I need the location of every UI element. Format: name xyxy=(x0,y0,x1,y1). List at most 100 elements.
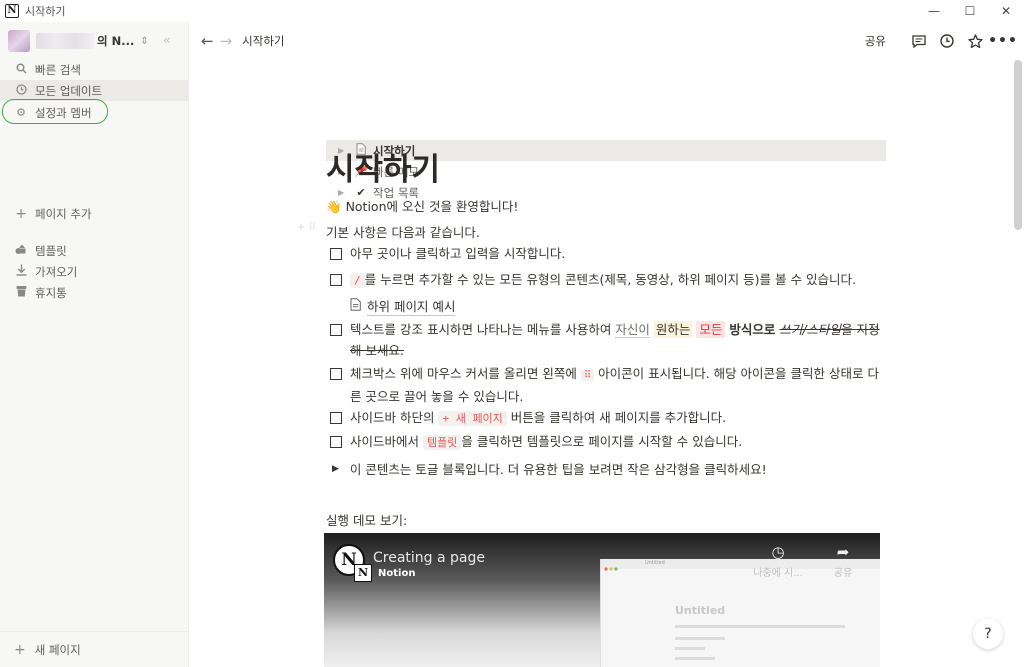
more-options-icon[interactable]: ••• xyxy=(988,32,1017,50)
video-share-button[interactable]: ➦ 공유 xyxy=(813,543,873,579)
todo-item[interactable]: 체크박스 위에 마우스 커서를 올리면 왼쪽에 ⠿ 아이콘이 표시됩니다. 해당… xyxy=(330,363,880,407)
search-icon xyxy=(14,63,28,77)
video-share-label: 공유 xyxy=(833,568,853,579)
sidebar-item-label: 휴지통 xyxy=(35,285,67,300)
sidebar-item-templates[interactable]: 템플릿 xyxy=(0,240,188,261)
page-topbar: ← → 시작하기 공유 ••• xyxy=(189,22,1024,60)
video-embed[interactable]: Untitled Untitled N N Creating a page No… xyxy=(324,533,880,667)
welcome-line[interactable]: 👋 Notion에 오신 것을 환영합니다! xyxy=(326,196,518,215)
checkbox[interactable] xyxy=(330,248,342,260)
notion-logo-icon: N xyxy=(354,564,372,582)
add-page-button[interactable]: + 페이지 추가 xyxy=(0,203,188,224)
intro-text[interactable]: 기본 사항은 다음과 같습니다. xyxy=(326,222,480,241)
sidebar-item-label: 빠른 검색 xyxy=(35,62,81,77)
sidebar-item-import[interactable]: 가져오기 xyxy=(0,261,188,282)
preview-crumb: Untitled xyxy=(645,560,665,566)
watch-later-button[interactable]: ◷ 나중에 시... xyxy=(748,543,808,579)
sidebar-item-label: 템플릿 xyxy=(35,243,67,258)
subpage-title: 하위 페이지 예시 xyxy=(367,296,456,316)
checkbox[interactable] xyxy=(330,324,342,336)
todo-text: 체크박스 위에 마우스 커서를 올리면 왼쪽에 ⠿ 아이콘이 표시됩니다. 해당… xyxy=(350,363,880,407)
back-arrow-icon[interactable]: ← xyxy=(201,32,214,50)
star-icon[interactable] xyxy=(966,32,984,50)
sidebar-item-all-updates[interactable]: 모든 업데이트 xyxy=(0,80,188,101)
document-icon xyxy=(350,297,361,315)
todo-text-part: 사이드바 하단의 xyxy=(350,410,439,425)
watch-later-label: 나중에 시... xyxy=(753,568,803,579)
todo-item[interactable]: 아무 곳이나 클릭하고 입력을 시작합니다. xyxy=(330,243,880,264)
todo-text-part: 사이드바에서 xyxy=(350,434,423,449)
title-bar: N 시작하기 — ☐ ✕ xyxy=(0,0,1024,22)
inline-code: / xyxy=(350,273,365,288)
inline-code: 템플릿 xyxy=(422,435,462,450)
sidebar-item-trash[interactable]: 휴지통 xyxy=(0,282,188,303)
drag-handle-icon: ⠿ xyxy=(580,370,595,381)
preview-title: Untitled xyxy=(675,604,726,617)
red-text: 모든 xyxy=(696,321,726,338)
checkbox[interactable] xyxy=(330,368,342,380)
new-page-button[interactable]: + 새 페이지 xyxy=(0,631,188,667)
comment-icon[interactable] xyxy=(910,32,928,50)
subpage-link[interactable]: 하위 페이지 예시 xyxy=(350,296,456,316)
history-clock-icon[interactable] xyxy=(938,32,956,50)
workspace-switcher[interactable]: 의 N... ⇕ xyxy=(8,30,183,52)
app-window: N 시작하기 — ☐ ✕ 의 N... ⇕ ‹‹ 빠른 검색 모든 업데이트 ⚙ xyxy=(0,0,1024,667)
trash-icon xyxy=(14,285,28,300)
bold-text: 방식으로 xyxy=(729,322,776,337)
todo-text-part: 체크박스 위에 마우스 커서를 올리면 왼쪽에 xyxy=(350,366,581,381)
italic-strike-text: 쓰기/스타일 xyxy=(779,322,842,337)
clock-icon xyxy=(14,83,28,98)
video-title[interactable]: Creating a page xyxy=(373,550,485,566)
todo-item[interactable]: / 를 누르면 추가할 수 있는 모든 유형의 콘텐츠(제목, 동영상, 하위 페… xyxy=(330,269,880,291)
page-title[interactable]: 시작하기 xyxy=(326,144,440,189)
download-icon xyxy=(14,264,28,279)
waving-hand-emoji-icon: 👋 xyxy=(326,199,342,214)
preview-line xyxy=(675,647,705,650)
collapse-sidebar-icon[interactable]: ‹‹ xyxy=(163,33,170,47)
help-button[interactable]: ? xyxy=(973,619,1003,649)
todo-text: / 를 누르면 추가할 수 있는 모든 유형의 콘텐츠(제목, 동영상, 하위 페… xyxy=(350,269,880,291)
share-arrow-icon: ➦ xyxy=(836,543,850,561)
todo-item[interactable]: 사이드바에서 템플릿 을 클릭하면 템플릿으로 페이지를 시작할 수 있습니다. xyxy=(330,431,880,453)
preview-line xyxy=(675,637,725,640)
todo-text: 텍스트를 강조 표시하면 나타나는 메뉴를 사용하여 자신이 원하는 모든 방식… xyxy=(350,319,880,361)
highlighted-text: 원하는 xyxy=(653,321,693,338)
sidebar: 의 N... ⇕ ‹‹ 빠른 검색 모든 업데이트 ⚙ 설정과 멤버 ▶ 시작하… xyxy=(0,22,886,667)
share-button[interactable]: 공유 xyxy=(865,33,886,49)
checkbox[interactable] xyxy=(330,412,342,424)
breadcrumb[interactable]: 시작하기 xyxy=(242,33,284,49)
toggle-block[interactable]: ▶ 이 콘텐츠는 토글 블록입니다. 더 유용한 팁을 보려면 작은 삼각형을 … xyxy=(332,459,767,478)
todo-item[interactable]: 사이드바 하단의 + 새 페이지 버튼을 클릭하여 새 페이지를 추가합니다. xyxy=(330,407,880,429)
demo-heading[interactable]: 실행 데모 보기: xyxy=(326,510,407,529)
underlined-text: 자신이 xyxy=(615,322,650,338)
plus-icon: + xyxy=(14,641,26,658)
forward-arrow-icon[interactable]: → xyxy=(220,32,233,50)
sidebar-item-quick-search[interactable]: 빠른 검색 xyxy=(0,59,188,80)
todo-text-part: 텍스트를 강조 표시하면 나타나는 메뉴를 사용하여 xyxy=(350,322,616,337)
minimize-button[interactable]: — xyxy=(916,0,952,22)
sidebar-item-label: 모든 업데이트 xyxy=(35,83,103,98)
todo-text: 사이드바에서 템플릿 을 클릭하면 템플릿으로 페이지를 시작할 수 있습니다. xyxy=(350,431,880,453)
notion-logo-icon: N xyxy=(5,4,19,18)
plus-icon: + xyxy=(15,205,27,222)
scrollbar-thumb[interactable] xyxy=(1014,60,1022,230)
todo-text-part: 버튼을 클릭하여 새 페이지를 추가합니다. xyxy=(506,410,727,425)
todo-text: 사이드바 하단의 + 새 페이지 버튼을 클릭하여 새 페이지를 추가합니다. xyxy=(350,407,880,429)
shapes-icon xyxy=(14,244,28,258)
close-button[interactable]: ✕ xyxy=(988,0,1024,22)
workspace-name: 의 N... xyxy=(97,34,135,48)
maximize-button[interactable]: ☐ xyxy=(952,0,988,22)
block-drag-hint-icon: + ⠿ xyxy=(297,222,316,233)
window-title: 시작하기 xyxy=(25,5,66,18)
topbar-actions: 공유 ••• xyxy=(865,22,1017,60)
preview-line xyxy=(675,625,845,628)
checkbox[interactable] xyxy=(330,274,342,286)
workspace-owner-redacted xyxy=(36,33,94,49)
welcome-text: Notion에 오신 것을 환영합니다! xyxy=(345,199,519,214)
todo-item[interactable]: 텍스트를 강조 표시하면 나타나는 메뉴를 사용하여 자신이 원하는 모든 방식… xyxy=(330,319,880,361)
sidebar-item-label: 가져오기 xyxy=(35,264,78,279)
workspace-avatar xyxy=(8,30,30,52)
toggle-triangle-icon[interactable]: ▶ xyxy=(332,464,339,474)
checkbox[interactable] xyxy=(330,436,342,448)
chevron-updown-icon: ⇕ xyxy=(140,35,149,47)
